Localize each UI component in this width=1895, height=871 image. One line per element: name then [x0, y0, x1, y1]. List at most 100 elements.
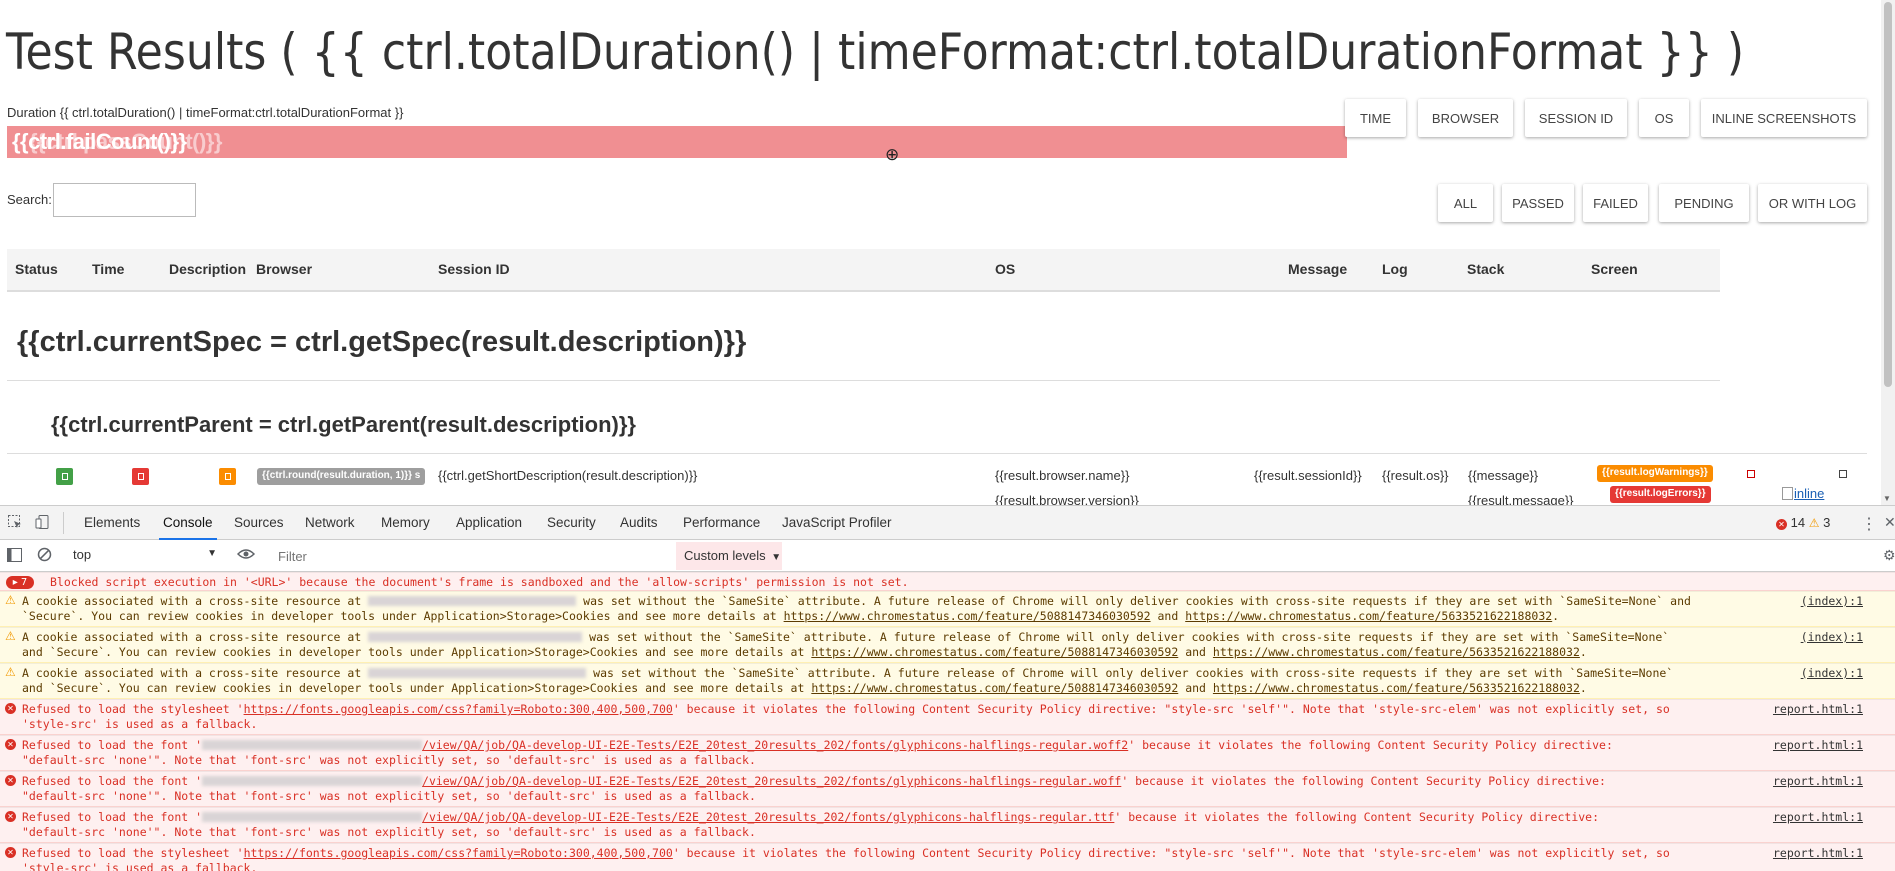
console-message[interactable]: ✕ Refused to load the font '/view/QA/job… [0, 735, 1895, 771]
filter-passed-button[interactable]: PASSED [1502, 184, 1574, 222]
chromestatus-link[interactable]: https://www.chromestatus.com/feature/508… [811, 681, 1178, 695]
resource-link[interactable]: https://fonts.googleapis.com/css?family=… [244, 846, 673, 860]
passed-status-icon [56, 468, 73, 485]
chromestatus-link[interactable]: https://www.chromestatus.com/feature/563… [1185, 609, 1552, 623]
tab-security[interactable]: Security [547, 515, 596, 530]
screenshot-alt-text: inline [1794, 486, 1825, 501]
device-toolbar-icon[interactable] [35, 514, 51, 533]
tab-javascript-profiler[interactable]: JavaScript Profiler [782, 515, 892, 530]
console-settings-icon[interactable]: ⚙ [1883, 547, 1895, 564]
source-link[interactable]: (index):1 [1801, 666, 1863, 681]
issue-counts[interactable]: ✕ 14 ⚠ 3 [1776, 515, 1830, 530]
console-message[interactable]: ✕ Refused to load the stylesheet 'https:… [0, 843, 1895, 871]
message-text: {{message}} [1468, 468, 1539, 483]
console-message[interactable]: ▸ 7 Blocked script execution in '<URL>' … [0, 572, 1895, 591]
error-group-badge[interactable]: ▸ 7 [6, 576, 34, 589]
page-scrollbar[interactable]: ▼ [1881, 0, 1895, 505]
toggle-session-id-button[interactable]: SESSION ID [1525, 99, 1627, 137]
column-header-session-id[interactable]: Session ID [438, 261, 510, 277]
message-text: A cookie associated with a cross-site re… [22, 630, 1670, 644]
tab-network[interactable]: Network [305, 515, 355, 530]
results-table-header: Status Time Description Browser Session … [7, 249, 1720, 292]
tab-performance[interactable]: Performance [683, 515, 760, 530]
chromestatus-link[interactable]: https://www.chromestatus.com/feature/508… [811, 645, 1178, 659]
resource-link[interactable]: /view/QA/job/QA-develop-UI-E2E-Tests/E2E… [422, 810, 1114, 824]
stack-toggle-icon[interactable] [1747, 470, 1755, 478]
warning-icon: ⚠ [5, 593, 16, 607]
log-levels-dropdown[interactable]: Custom levels ▼ [676, 542, 782, 570]
chromestatus-link[interactable]: https://www.chromestatus.com/feature/563… [1213, 681, 1580, 695]
toggle-time-button[interactable]: TIME [1345, 99, 1406, 137]
divider [7, 380, 1720, 381]
warning-icon: ⚠ [5, 629, 16, 643]
resource-link[interactable]: /view/QA/job/QA-develop-UI-E2E-Tests/E2E… [422, 738, 1128, 752]
source-link[interactable]: (index):1 [1801, 594, 1863, 609]
sidebar-toggle-icon[interactable] [7, 548, 22, 565]
column-header-os[interactable]: OS [995, 261, 1015, 277]
error-icon: ✕ [5, 775, 16, 786]
source-link[interactable]: report.html:1 [1773, 702, 1863, 717]
tab-console[interactable]: Console [159, 515, 217, 540]
console-message[interactable]: ✕ Refused to load the stylesheet 'https:… [0, 699, 1895, 735]
column-header-status[interactable]: Status [15, 261, 58, 277]
log-errors-badge[interactable]: {{result.logErrors}} [1610, 486, 1711, 503]
console-filter-input[interactable] [272, 545, 672, 567]
message-text: Refused to load the stylesheet 'https://… [22, 702, 1670, 716]
filter-pending-button[interactable]: PENDING [1659, 184, 1749, 222]
chromestatus-link[interactable]: https://www.chromestatus.com/feature/508… [784, 609, 1151, 623]
console-message[interactable]: ⚠ A cookie associated with a cross-site … [0, 663, 1895, 699]
toggle-os-button[interactable]: OS [1639, 99, 1689, 137]
message-text-line2: 'style-src' is used as a fallback. [22, 861, 258, 871]
column-header-stack[interactable]: Stack [1467, 261, 1504, 277]
console-message[interactable]: ✕ Refused to load the font '/view/QA/job… [0, 771, 1895, 807]
console-message[interactable]: ⚠ A cookie associated with a cross-site … [0, 591, 1895, 627]
resource-link[interactable]: https://fonts.googleapis.com/css?family=… [244, 702, 673, 716]
more-options-icon[interactable]: ⋮ [1861, 514, 1877, 534]
source-link[interactable]: report.html:1 [1773, 846, 1863, 861]
tab-elements[interactable]: Elements [84, 515, 140, 530]
tab-memory[interactable]: Memory [381, 515, 430, 530]
eye-icon[interactable] [236, 547, 256, 564]
test-description[interactable]: {{ctrl.getShortDescription(result.descri… [438, 468, 697, 483]
console-message[interactable]: ✕ Refused to load the font '/view/QA/job… [0, 807, 1895, 843]
warning-count: 3 [1823, 515, 1831, 530]
tab-sources[interactable]: Sources [234, 515, 284, 530]
resource-link[interactable]: /view/QA/job/QA-develop-UI-E2E-Tests/E2E… [422, 774, 1121, 788]
filter-all-button[interactable]: ALL [1438, 184, 1493, 222]
source-link[interactable]: report.html:1 [1773, 810, 1863, 825]
search-label: Search: [7, 192, 52, 207]
browser-name: {{result.browser.name}} [995, 468, 1130, 483]
tab-audits[interactable]: Audits [620, 515, 658, 530]
tab-application[interactable]: Application [456, 515, 522, 530]
context-select[interactable]: top ▼ [73, 547, 217, 565]
scroll-down-icon[interactable]: ▼ [1883, 494, 1891, 503]
chevron-down-icon: ▼ [207, 548, 217, 559]
redacted-url [368, 668, 587, 678]
column-header-log[interactable]: Log [1382, 261, 1408, 277]
message-text-line2: `Secure`. You can review cookies in deve… [22, 609, 1560, 623]
screenshot-toggle-icon[interactable] [1839, 470, 1847, 478]
filter-failed-button[interactable]: FAILED [1583, 184, 1648, 222]
browser-version: {{result.browser.version}} [995, 493, 1139, 505]
search-input[interactable] [53, 183, 196, 217]
inspect-element-icon[interactable] [7, 514, 23, 533]
column-header-screen[interactable]: Screen [1591, 261, 1638, 277]
results-progress-bar: {{ctrl.failCount()}} {{ctrl.passCount()}… [7, 126, 1347, 158]
log-warnings-badge[interactable]: {{result.logWarnings}} [1597, 465, 1713, 482]
clear-console-icon[interactable] [37, 547, 52, 565]
column-header-message[interactable]: Message [1288, 261, 1347, 277]
source-link[interactable]: report.html:1 [1773, 774, 1863, 789]
column-header-time[interactable]: Time [92, 261, 124, 277]
source-link[interactable]: report.html:1 [1773, 738, 1863, 753]
column-header-description[interactable]: Description [169, 261, 246, 277]
chromestatus-link[interactable]: https://www.chromestatus.com/feature/563… [1213, 645, 1580, 659]
column-header-browser[interactable]: Browser [256, 261, 312, 277]
filter-with-log-button[interactable]: OR WITH LOG [1758, 184, 1867, 222]
inline-screenshot[interactable]: inline [1782, 486, 1824, 501]
close-devtools-icon[interactable]: ✕ [1884, 514, 1895, 531]
toggle-inline-screenshots-button[interactable]: INLINE SCREENSHOTS [1701, 99, 1867, 137]
scrollbar-thumb[interactable] [1884, 2, 1892, 387]
source-link[interactable]: (index):1 [1801, 630, 1863, 645]
toggle-browser-button[interactable]: BROWSER [1418, 99, 1513, 137]
console-message[interactable]: ⚠ A cookie associated with a cross-site … [0, 627, 1895, 663]
